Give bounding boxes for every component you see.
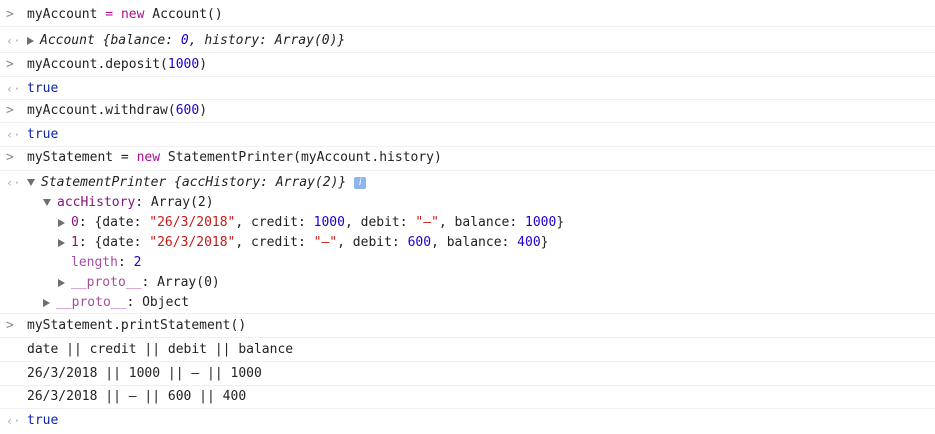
object-preview[interactable]: Account {balance: 0, history: Array(0)} xyxy=(27,33,345,49)
result-arrow-icon: ‹· xyxy=(6,414,21,428)
tree-node-accHistory[interactable]: accHistory: Array(2) xyxy=(43,195,214,211)
console-input-text[interactable]: myAccount.withdraw(600) xyxy=(27,103,207,119)
expand-triangle-icon[interactable] xyxy=(58,238,65,247)
tree-node-item-1[interactable]: 1: {date: "26/3/2018", credit: "–", debi… xyxy=(58,235,548,251)
console-input-text[interactable]: myAccount.deposit(1000) xyxy=(27,57,207,73)
result-arrow-icon: ‹· xyxy=(6,34,21,48)
collapse-triangle-icon[interactable] xyxy=(27,179,35,186)
log-message: 26/3/2018 || – || 600 || 400 xyxy=(27,389,247,404)
console-result-row: ‹· true xyxy=(0,77,935,100)
console-result-row: ‹· true xyxy=(0,409,935,434)
console-input-text[interactable]: myStatement = new StatementPrinter(myAcc… xyxy=(27,150,442,166)
expand-triangle-icon[interactable] xyxy=(27,36,34,45)
prompt-icon: > xyxy=(6,318,14,333)
console-log-row: 26/3/2018 || 1000 || – || 1000 xyxy=(0,362,935,386)
console-input-row[interactable]: > myAccount.withdraw(600) xyxy=(0,100,935,123)
result-value: true xyxy=(27,413,59,428)
expand-triangle-icon[interactable] xyxy=(58,218,65,227)
prompt-icon: > xyxy=(6,7,14,22)
console-input-text[interactable]: myAccount = new Account() xyxy=(27,7,223,23)
tree-node-length: length: 2 xyxy=(71,255,142,270)
tree-node-proto-array[interactable]: __proto__: Array(0) xyxy=(58,275,220,291)
console-result-row: ‹· true xyxy=(0,123,935,147)
console-log-row: 26/3/2018 || – || 600 || 400 xyxy=(0,386,935,409)
prompt-icon: > xyxy=(6,57,14,72)
console-input-row[interactable]: > myStatement.printStatement() xyxy=(0,314,935,338)
console-log-row: date || credit || debit || balance xyxy=(0,338,935,362)
log-message: date || credit || debit || balance xyxy=(27,342,294,357)
log-message: 26/3/2018 || 1000 || – || 1000 xyxy=(27,366,262,381)
result-value: true xyxy=(27,81,59,96)
result-value: true xyxy=(27,127,59,142)
console-result-row[interactable]: ‹· StatementPrinter {accHistory: Array(2… xyxy=(0,171,935,314)
console-input-text[interactable]: myStatement.printStatement() xyxy=(27,318,246,334)
result-arrow-icon: ‹· xyxy=(6,176,21,190)
object-preview[interactable]: StatementPrinter {accHistory: Array(2)} i xyxy=(27,175,367,191)
collapse-triangle-icon[interactable] xyxy=(43,199,51,206)
tree-node-item-0[interactable]: 0: {date: "26/3/2018", credit: 1000, deb… xyxy=(58,215,564,231)
prompt-icon: > xyxy=(6,103,14,118)
console-result-row[interactable]: ‹· Account {balance: 0, history: Array(0… xyxy=(0,27,935,53)
result-arrow-icon: ‹· xyxy=(6,128,21,142)
result-arrow-icon: ‹· xyxy=(6,82,21,96)
expand-triangle-icon[interactable] xyxy=(43,298,50,307)
console-input-row[interactable]: > myStatement = new StatementPrinter(myA… xyxy=(0,147,935,171)
console-input-row[interactable]: > myAccount.deposit(1000) xyxy=(0,53,935,77)
prompt-icon: > xyxy=(6,150,14,165)
info-icon[interactable]: i xyxy=(354,176,367,189)
console-input-row[interactable]: > myAccount = new Account() xyxy=(0,0,935,27)
expand-triangle-icon[interactable] xyxy=(58,278,65,287)
tree-node-proto-object[interactable]: __proto__: Object xyxy=(43,295,189,311)
